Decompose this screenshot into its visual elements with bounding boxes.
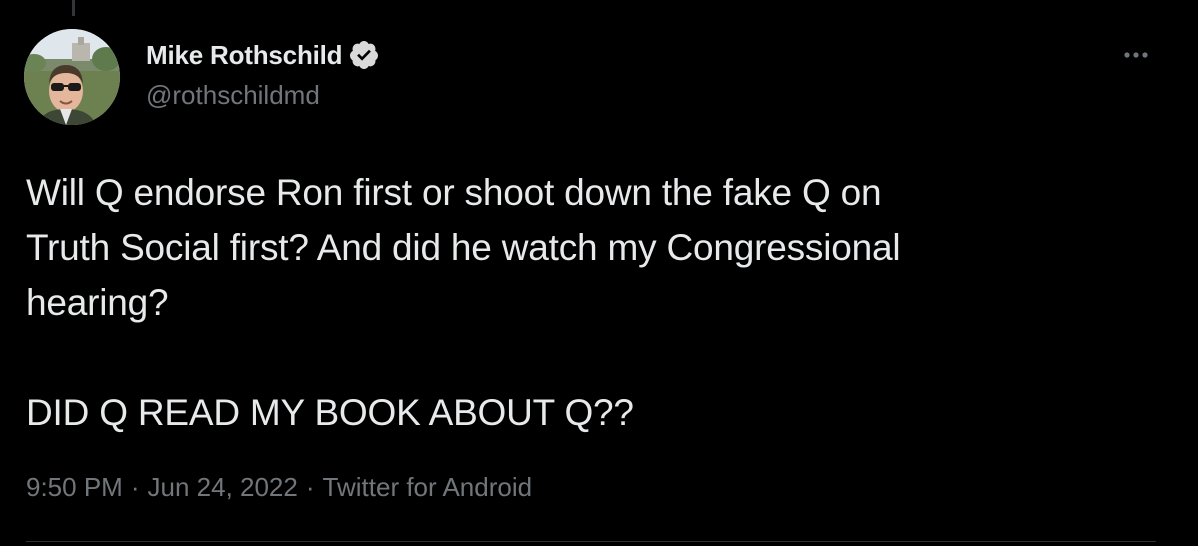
tweet-time-link[interactable]: 9:50 PM [26,472,123,503]
tweet-metadata: 9:50 PM · Jun 24, 2022 · Twitter for And… [26,472,532,503]
tweet-text-line: Will Q endorse Ron first or shoot down t… [26,172,882,213]
tweet-text-line: Truth Social first? And did he watch my … [26,227,901,268]
divider [26,541,1156,542]
separator-dot: · [130,472,140,502]
thread-connector-line [72,0,75,16]
avatar[interactable] [24,29,120,125]
author-handle[interactable]: @rothschildmd [146,80,320,111]
avatar-photo [24,29,120,125]
tweet-body: Will Q endorse Ron first or shoot down t… [26,165,1176,440]
tweet-source-link[interactable]: Twitter for Android [323,472,533,503]
author-name-row[interactable]: Mike Rothschild [146,38,380,72]
author-display-name[interactable]: Mike Rothschild [146,40,343,71]
ellipsis-icon [1124,52,1148,58]
tweet-text-line: hearing? [26,282,169,323]
tweet-text-paragraph-2: DID Q READ MY BOOK ABOUT Q?? [26,392,634,433]
more-options-button[interactable] [1118,40,1158,70]
verified-badge-icon [348,39,380,71]
separator-dot: · [305,472,315,502]
tweet-date-link[interactable]: Jun 24, 2022 [148,472,298,503]
